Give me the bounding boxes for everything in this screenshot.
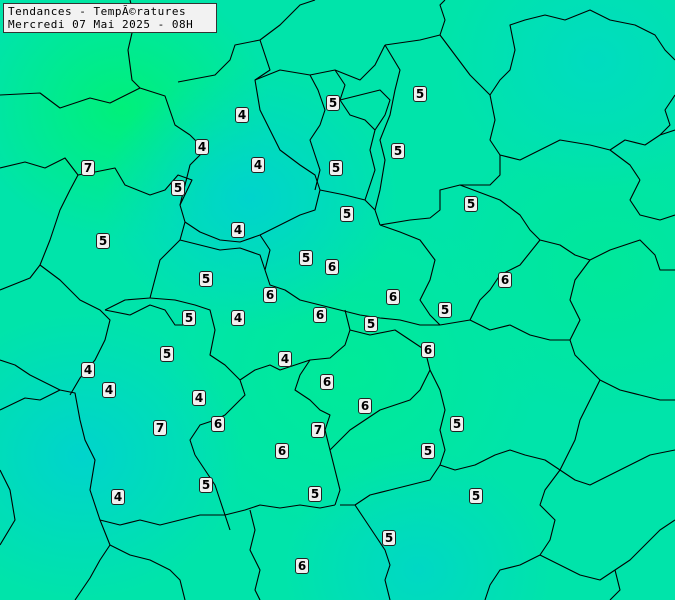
temperature-value: 5 [382, 530, 396, 546]
temperature-value: 6 [275, 443, 289, 459]
temperature-value: 5 [96, 233, 110, 249]
temperature-value: 4 [195, 139, 209, 155]
temperature-value: 6 [358, 398, 372, 414]
temperature-value: 7 [311, 422, 325, 438]
map-title: Tendances - TempÃ©ratures [8, 5, 187, 18]
temperature-value: 6 [295, 558, 309, 574]
temperature-value: 5 [299, 250, 313, 266]
temperature-value: 5 [182, 310, 196, 326]
temperature-value: 6 [325, 259, 339, 275]
temperature-value: 5 [469, 488, 483, 504]
temperature-value: 4 [278, 351, 292, 367]
temperature-value: 4 [231, 310, 245, 326]
temperature-value: 5 [438, 302, 452, 318]
temperature-value: 4 [251, 157, 265, 173]
map-date: Mercredi 07 Mai 2025 - 08H [8, 18, 194, 31]
temperature-value: 5 [364, 316, 378, 332]
temperature-value: 6 [386, 289, 400, 305]
temperature-value: 4 [81, 362, 95, 378]
temperature-value: 5 [308, 486, 322, 502]
temperature-value: 6 [211, 416, 225, 432]
temperature-map [0, 0, 675, 600]
temperature-value: 5 [413, 86, 427, 102]
temperature-value: 5 [160, 346, 174, 362]
temperature-value: 5 [464, 196, 478, 212]
temperature-value: 6 [498, 272, 512, 288]
temperature-value: 5 [340, 206, 354, 222]
temperature-value: 4 [102, 382, 116, 398]
temperature-value: 7 [81, 160, 95, 176]
temperature-value: 5 [421, 443, 435, 459]
temperature-value: 4 [111, 489, 125, 505]
temperature-value: 6 [421, 342, 435, 358]
temperature-value: 5 [199, 271, 213, 287]
temperature-value: 5 [171, 180, 185, 196]
temperature-value: 4 [192, 390, 206, 406]
temperature-value: 6 [263, 287, 277, 303]
temperature-value: 6 [313, 307, 327, 323]
temperature-value: 5 [199, 477, 213, 493]
temperature-value: 6 [320, 374, 334, 390]
temperature-value: 4 [235, 107, 249, 123]
temperature-value: 4 [231, 222, 245, 238]
temperature-value: 5 [326, 95, 340, 111]
temperature-value: 5 [450, 416, 464, 432]
temperature-value: 7 [153, 420, 167, 436]
temperature-value: 5 [329, 160, 343, 176]
temperature-value: 5 [391, 143, 405, 159]
map-title-box: Tendances - TempÃ©ratures Mercredi 07 Ma… [3, 3, 217, 33]
